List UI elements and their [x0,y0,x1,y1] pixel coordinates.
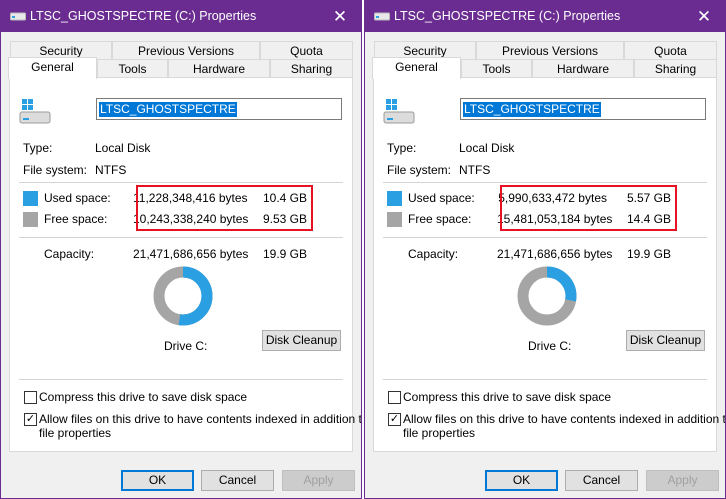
tab-previous-versions[interactable]: Previous Versions [476,41,624,61]
index-checkbox[interactable]: ✓ [24,413,37,426]
used-space-label: Used space: [408,191,475,205]
capacity-label: Capacity: [44,247,95,261]
usage-donut-chart [517,266,577,326]
drive-icon [374,12,390,21]
divider [19,237,343,238]
disk-cleanup-button[interactable]: Disk Cleanup [262,330,341,351]
apply-button[interactable]: Apply [282,470,355,491]
tab-tools[interactable]: Tools [461,59,532,79]
tab-quota[interactable]: Quota [624,41,717,61]
tab-previous-versions[interactable]: Previous Versions [112,41,260,61]
used-space-swatch [387,191,402,206]
compress-label: Compress this drive to save disk space [39,390,248,404]
tab-quota[interactable]: Quota [260,41,353,61]
properties-dialog-left: LTSC_GHOSTSPECTRE (C:) Properties ✕ Secu… [0,0,362,499]
ok-button[interactable]: OK [121,470,194,491]
free-space-label: Free space: [44,212,108,226]
ok-button[interactable]: OK [485,470,558,491]
checkmark-icon: ✓ [25,413,36,425]
drive-label: Drive C: [528,339,572,353]
volume-name-text: LTSC_GHOSTSPECTRE [99,102,237,117]
close-icon[interactable]: ✕ [689,3,719,30]
file-system-label: File system: [23,163,88,177]
properties-dialog-right: LTSC_GHOSTSPECTRE (C:) Properties ✕ Secu… [364,0,726,499]
capacity-bytes: 21,471,686,656 bytes [133,247,249,261]
tab-general[interactable]: General [372,57,461,79]
tab-hardware[interactable]: Hardware [532,59,634,79]
capacity-gb: 19.9 GB [626,247,671,261]
cancel-button[interactable]: Cancel [565,470,638,491]
usage-donut-chart [153,266,213,326]
capacity-label: Capacity: [408,247,459,261]
cancel-button[interactable]: Cancel [201,470,274,491]
volume-name-text: LTSC_GHOSTSPECTRE [463,102,601,117]
free-space-swatch [387,212,402,227]
free-space-label: Free space: [408,212,472,226]
capacity-bytes: 21,471,686,656 bytes [497,247,613,261]
drive-label: Drive C: [164,339,208,353]
volume-name-field[interactable]: LTSC_GHOSTSPECTRE [96,98,342,120]
apply-button[interactable]: Apply [646,470,719,491]
compress-checkbox[interactable] [388,391,401,404]
free-space-swatch [23,212,38,227]
divider [19,379,343,380]
tab-hardware[interactable]: Hardware [168,59,270,79]
divider [383,182,707,183]
tab-sharing[interactable]: Sharing [270,59,353,79]
title-bar[interactable]: LTSC_GHOSTSPECTRE (C:) Properties ✕ [1,1,361,32]
windows-drive-icon [383,99,415,124]
windows-drive-icon [19,99,51,124]
tab-sharing[interactable]: Sharing [634,59,717,79]
used-space-label: Used space: [44,191,111,205]
used-space-swatch [23,191,38,206]
divider [19,182,343,183]
divider [383,379,707,380]
compress-checkbox[interactable] [24,391,37,404]
index-label-line2: file properties [403,426,476,440]
close-icon[interactable]: ✕ [325,3,355,30]
type-value: Local Disk [459,141,515,155]
disk-cleanup-button[interactable]: Disk Cleanup [626,330,705,351]
file-system-label: File system: [387,163,452,177]
title-bar[interactable]: LTSC_GHOSTSPECTRE (C:) Properties ✕ [365,1,725,32]
type-label: Type: [387,141,417,155]
drive-icon [10,12,26,21]
capacity-gb: 19.9 GB [262,247,307,261]
index-checkbox[interactable]: ✓ [388,413,401,426]
tab-general[interactable]: General [8,57,97,79]
type-value: Local Disk [95,141,151,155]
volume-name-field[interactable]: LTSC_GHOSTSPECTRE [460,98,706,120]
highlight-box [500,185,677,231]
index-label-line2: file properties [39,426,112,440]
divider [383,237,707,238]
window-title: LTSC_GHOSTSPECTRE (C:) Properties [394,9,621,23]
type-label: Type: [23,141,53,155]
window-title: LTSC_GHOSTSPECTRE (C:) Properties [30,9,257,23]
file-system-value: NTFS [459,163,491,177]
checkmark-icon: ✓ [389,413,400,425]
index-label-line1: Allow files on this drive to have conten… [403,412,726,426]
file-system-value: NTFS [95,163,127,177]
tab-tools[interactable]: Tools [97,59,168,79]
highlight-box [136,185,313,231]
compress-label: Compress this drive to save disk space [403,390,612,404]
index-label-line1: Allow files on this drive to have conten… [39,412,362,426]
